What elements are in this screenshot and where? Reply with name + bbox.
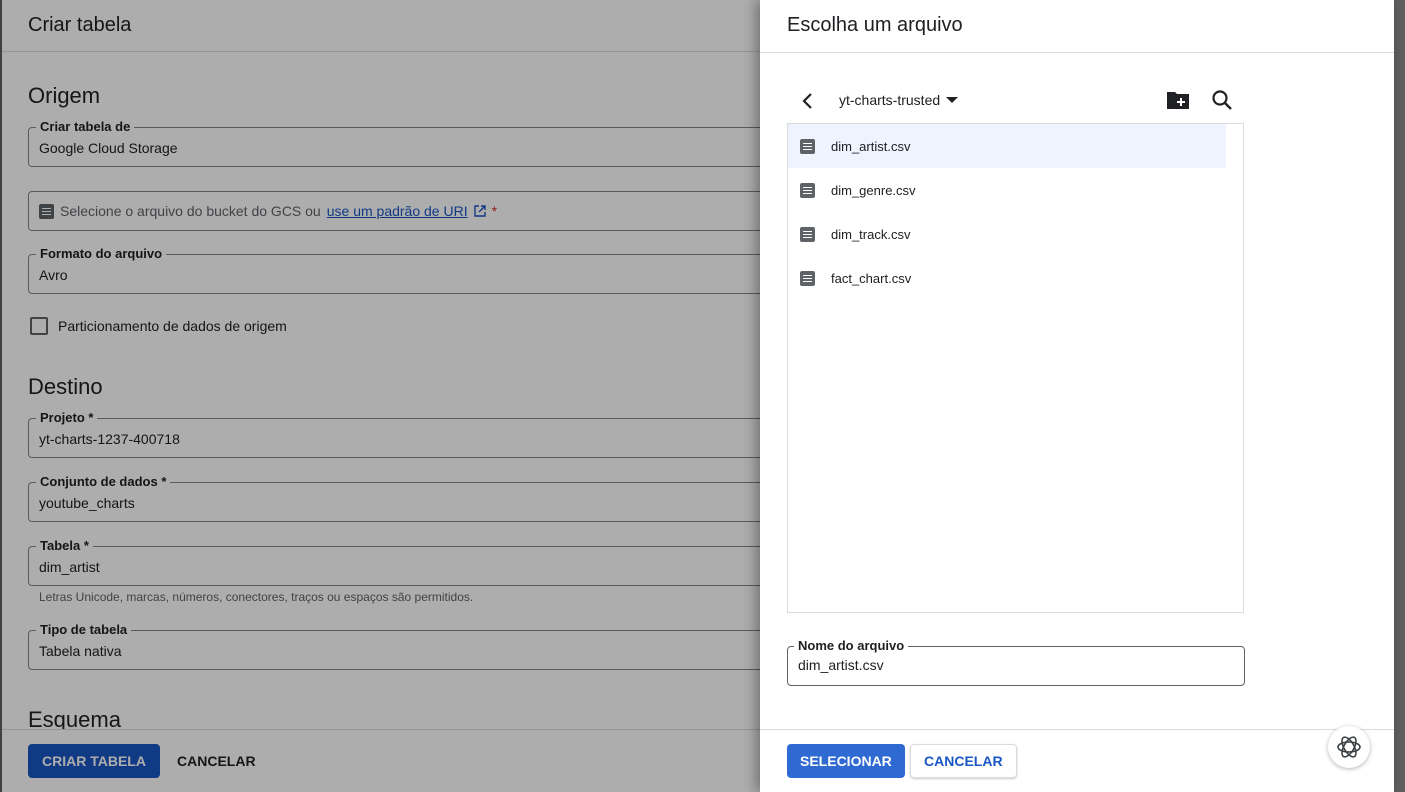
file-item[interactable]: dim_track.csv bbox=[788, 212, 1226, 256]
back-button[interactable] bbox=[797, 90, 819, 112]
bucket-dropdown[interactable]: yt-charts-trusted bbox=[839, 92, 959, 108]
search-button[interactable] bbox=[1209, 88, 1235, 114]
file-name: dim_genre.csv bbox=[831, 182, 916, 198]
cancel-button[interactable]: CANCELAR bbox=[910, 744, 1017, 778]
file-name: dim_track.csv bbox=[831, 226, 911, 242]
chevron-left-icon bbox=[802, 93, 812, 109]
create-folder-button[interactable] bbox=[1165, 89, 1191, 113]
search-icon bbox=[1212, 90, 1232, 110]
create-folder-icon bbox=[1167, 91, 1189, 109]
file-chooser-title: Escolha um arquivo bbox=[760, 0, 1394, 53]
document-icon bbox=[800, 226, 815, 242]
assistant-logo-icon bbox=[1337, 736, 1361, 758]
document-icon bbox=[800, 182, 815, 198]
document-icon bbox=[800, 138, 815, 154]
bucket-navigation: yt-charts-trusted bbox=[787, 84, 1245, 118]
file-name: fact_chart.csv bbox=[831, 270, 912, 286]
filename-field: Nome do arquivo bbox=[787, 638, 1245, 686]
file-item[interactable]: dim_artist.csv bbox=[788, 124, 1226, 168]
select-button[interactable]: SELECIONAR bbox=[787, 744, 905, 778]
filename-input[interactable] bbox=[798, 657, 1228, 673]
modal-backdrop[interactable] bbox=[0, 0, 760, 792]
filename-label: Nome do arquivo bbox=[794, 638, 909, 653]
file-item[interactable]: dim_genre.csv bbox=[788, 168, 1226, 212]
bucket-name: yt-charts-trusted bbox=[839, 92, 941, 108]
file-chooser-drawer: Escolha um arquivo yt-charts-trusted dim… bbox=[760, 0, 1394, 792]
caret-down-icon bbox=[946, 97, 959, 103]
file-chooser-footer: SELECIONAR CANCELAR bbox=[760, 729, 1394, 792]
file-item[interactable]: fact_chart.csv bbox=[788, 256, 1226, 300]
file-name: dim_artist.csv bbox=[831, 138, 911, 154]
assistant-button[interactable] bbox=[1328, 726, 1370, 768]
file-list: dim_artist.csv dim_genre.csv dim_track.c… bbox=[787, 123, 1244, 613]
document-icon bbox=[800, 270, 815, 286]
